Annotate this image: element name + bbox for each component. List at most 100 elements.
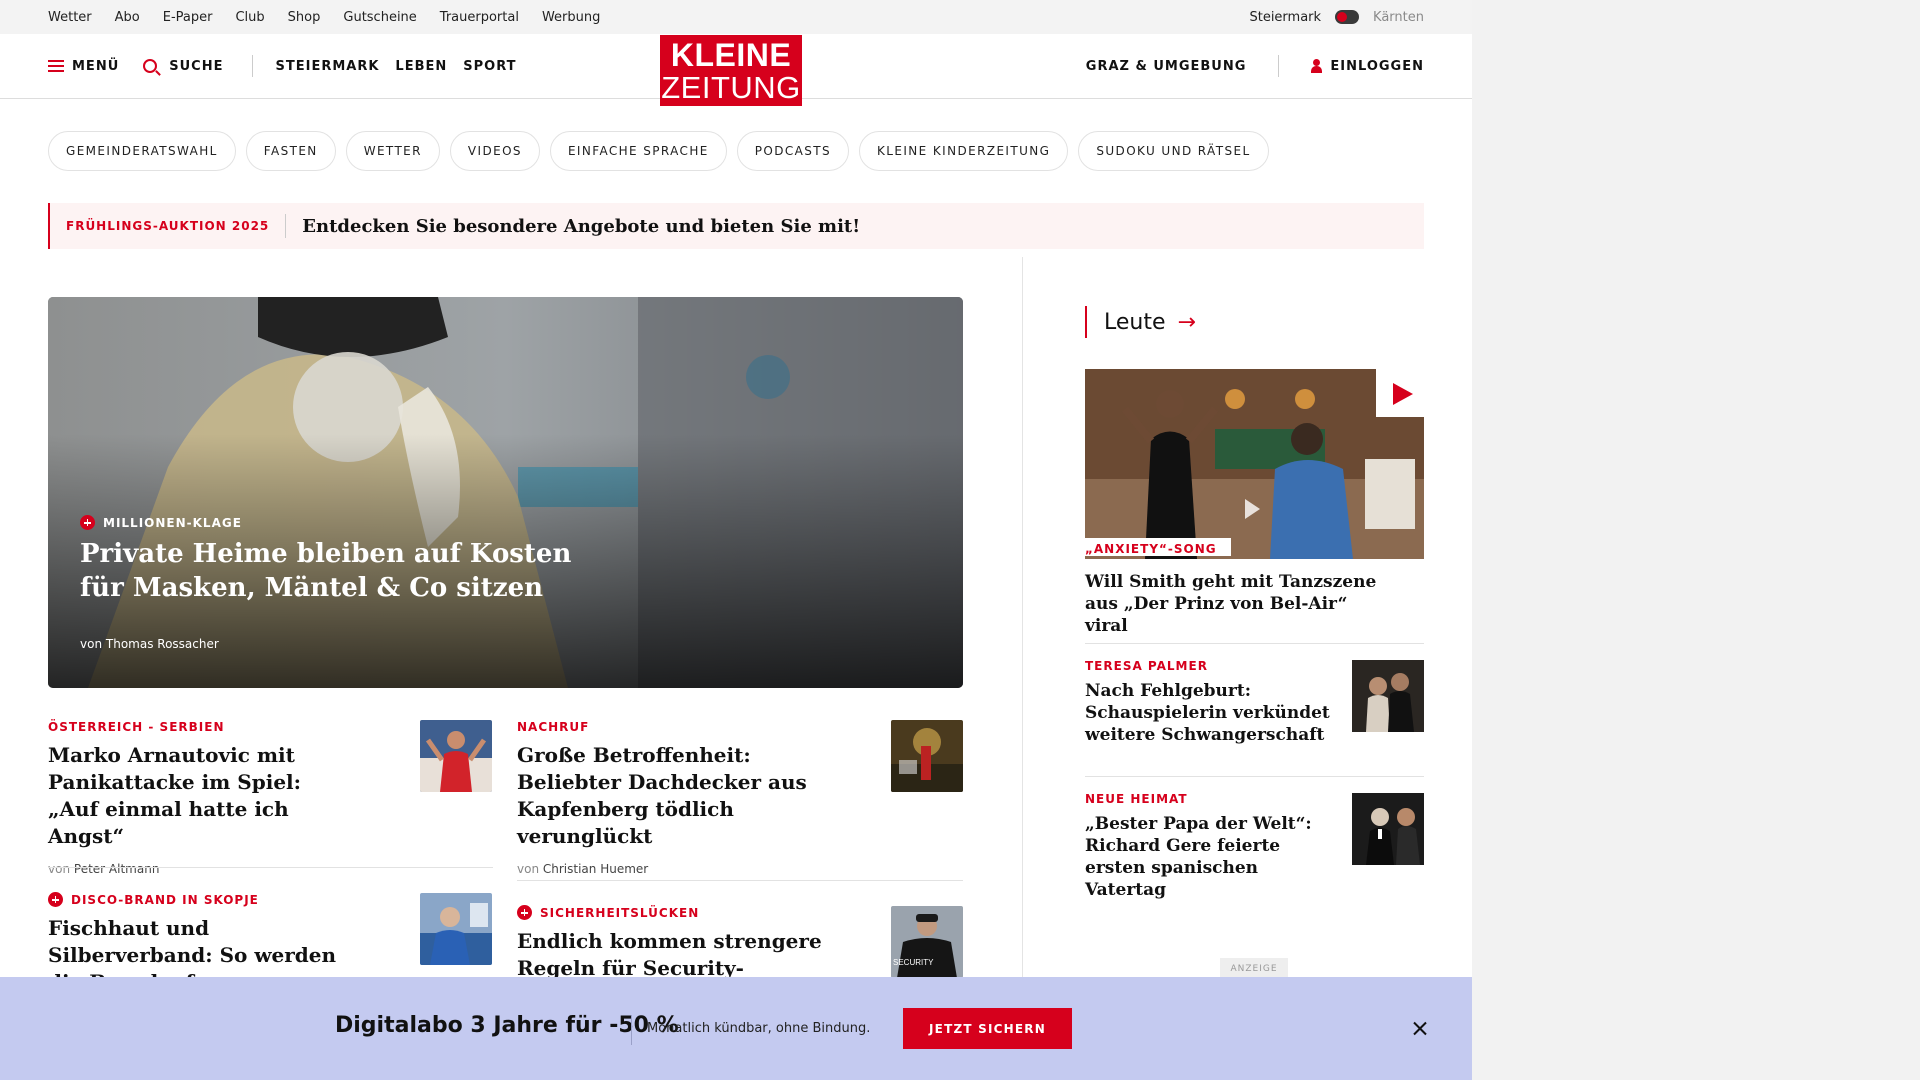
search-button[interactable]: SUCHE xyxy=(143,59,223,74)
video-kicker: „ANXIETY“-SONG xyxy=(1085,538,1231,556)
pill-einfache-sprache[interactable]: EINFACHE SPRACHE xyxy=(549,131,727,171)
article-headline[interactable]: Große Betroffenheit: Beliebter Dachdecke… xyxy=(517,742,837,850)
pill-videos[interactable]: VIDEOS xyxy=(449,131,540,171)
couple-photo-image xyxy=(1352,660,1424,732)
util-link-werbung[interactable]: Werbung xyxy=(542,10,600,25)
video-still-image xyxy=(1085,369,1424,559)
hamburger-icon xyxy=(48,60,64,72)
article-kicker-text: SICHERHEITSLÜCKEN xyxy=(540,905,700,920)
article-thumbnail[interactable] xyxy=(891,720,963,792)
close-icon[interactable] xyxy=(1408,1017,1432,1041)
leute-section-heading[interactable]: Leute → xyxy=(1085,306,1196,338)
kleine-zeitung-logo[interactable]: KLEINE ZEITUNG xyxy=(660,35,802,106)
util-link-trauerportal[interactable]: Trauerportal xyxy=(440,10,519,25)
subscription-bar: Digitalabo 3 Jahre für -50 % Monatlich k… xyxy=(0,977,1472,1080)
security-badge-text: SECURITY xyxy=(893,958,934,967)
sidebar-kicker: TERESA PALMER xyxy=(1085,659,1208,673)
region-switch: Steiermark Kärnten xyxy=(1249,0,1424,34)
util-link-club[interactable]: Club xyxy=(235,10,264,25)
promo-banner[interactable]: FRÜHLINGS-AUKTION 2025 Entdecken Sie bes… xyxy=(48,203,1424,249)
sidebar-story[interactable]: NEUE HEIMAT „Bester Papa der Welt“: Rich… xyxy=(1085,792,1330,901)
article-tile[interactable]: NACHRUF Große Betroffenheit: Beliebter D… xyxy=(517,720,837,876)
region-steiermark[interactable]: Steiermark xyxy=(1249,10,1321,25)
util-link-gutscheine[interactable]: Gutscheine xyxy=(343,10,416,25)
nav-steiermark[interactable]: STEIERMARK xyxy=(276,59,380,74)
byline-prefix: von xyxy=(517,862,540,876)
logo-line-2: ZEITUNG xyxy=(661,69,801,105)
security-guard-image xyxy=(891,906,963,978)
region-kaernten[interactable]: Kärnten xyxy=(1373,10,1424,25)
page-gutter xyxy=(1472,0,1920,1080)
pill-kinderzeitung[interactable]: KLEINE KINDERZEITUNG xyxy=(859,131,1069,171)
util-link-epaper[interactable]: E-Paper xyxy=(163,10,213,25)
premium-plus-icon xyxy=(80,515,95,530)
video-teaser[interactable] xyxy=(1085,369,1424,559)
local-edition-link[interactable]: GRAZ & UMGEBUNG xyxy=(1086,59,1247,74)
header-left: MENÜ SUCHE STEIERMARK LEBEN SPORT xyxy=(48,34,517,98)
header-right: GRAZ & UMGEBUNG EINLOGGEN xyxy=(1086,34,1424,98)
article-byline: von Christian Huemer xyxy=(517,862,837,876)
column-divider xyxy=(1022,257,1023,977)
article-kicker: DISCO-BRAND IN SKOPJE xyxy=(48,892,368,907)
hero-kicker: MILLIONEN-KLAGE xyxy=(80,515,242,530)
page: Wetter Abo E-Paper Club Shop Gutscheine … xyxy=(0,0,1472,1080)
subscription-subtitle: Monatlich kündbar, ohne Bindung. xyxy=(647,1021,871,1036)
article-divider xyxy=(48,867,493,868)
article-thumbnail[interactable]: SECURITY xyxy=(891,906,963,978)
menu-label: MENÜ xyxy=(72,58,120,74)
util-link-abo[interactable]: Abo xyxy=(115,10,140,25)
accident-scene-image xyxy=(891,720,963,792)
play-icon[interactable] xyxy=(1376,369,1424,417)
arnautovic-image xyxy=(420,720,492,792)
header-divider xyxy=(251,55,253,77)
article-kicker: SICHERHEITSLÜCKEN xyxy=(517,905,847,920)
utility-bar: Wetter Abo E-Paper Club Shop Gutscheine … xyxy=(0,0,1472,34)
sidebar-headline[interactable]: Nach Fehlgeburt: Schauspielerin verkünde… xyxy=(1085,680,1330,746)
hero-author[interactable]: Thomas Rossacher xyxy=(106,637,219,651)
pill-podcasts[interactable]: PODCASTS xyxy=(736,131,850,171)
promo-text[interactable]: Entdecken Sie besondere Angebote und bie… xyxy=(286,216,860,237)
article-divider xyxy=(517,880,963,881)
hero-article[interactable]: MILLIONEN-KLAGE Private Heime bleiben au… xyxy=(48,297,963,688)
utility-links: Wetter Abo E-Paper Club Shop Gutscheine … xyxy=(48,0,600,34)
login-label: EINLOGGEN xyxy=(1330,58,1424,74)
login-button[interactable]: EINLOGGEN xyxy=(1311,59,1424,74)
subscribe-button[interactable]: JETZT SICHERN xyxy=(903,1008,1072,1049)
hero-title[interactable]: Private Heime bleiben auf Kosten für Mas… xyxy=(80,537,600,605)
hospital-image xyxy=(420,893,492,965)
premium-plus-icon xyxy=(48,892,63,907)
sidebar-thumbnail[interactable] xyxy=(1352,660,1424,732)
video-story[interactable]: Will Smith geht mit Tanzszene aus „Der P… xyxy=(1085,571,1385,637)
arrow-right-icon: → xyxy=(1177,309,1196,335)
article-headline[interactable]: Marko Arnautovic mit Panikattacke im Spi… xyxy=(48,742,358,850)
article-thumbnail[interactable] xyxy=(420,893,492,965)
util-link-wetter[interactable]: Wetter xyxy=(48,10,92,25)
topic-pills: GEMEINDERATSWAHL FASTEN WETTER VIDEOS EI… xyxy=(48,131,1269,171)
util-link-shop[interactable]: Shop xyxy=(288,10,321,25)
main-header: MENÜ SUCHE STEIERMARK LEBEN SPORT KLEINE… xyxy=(0,34,1472,106)
article-tile[interactable]: ÖSTERREICH - SERBIEN Marko Arnautovic mi… xyxy=(48,720,358,876)
region-toggle[interactable] xyxy=(1335,10,1360,24)
pill-sudoku[interactable]: SUDOKU UND RÄTSEL xyxy=(1078,131,1269,171)
article-author[interactable]: Peter Altmann xyxy=(74,862,160,876)
sidebar-headline[interactable]: „Bester Papa der Welt“: Richard Gere fei… xyxy=(1085,813,1330,901)
nav-sport[interactable]: SPORT xyxy=(463,59,516,74)
article-kicker: NACHRUF xyxy=(517,720,590,734)
logo-line-1: KLEINE xyxy=(670,36,792,73)
menu-button[interactable]: MENÜ xyxy=(48,59,119,74)
sidebar-thumbnail[interactable] xyxy=(1352,793,1424,865)
pill-wetter[interactable]: WETTER xyxy=(345,131,440,171)
hero-image xyxy=(48,297,963,688)
promo-tag: FRÜHLINGS-AUKTION 2025 xyxy=(66,219,270,233)
nav-leben[interactable]: LEBEN xyxy=(395,59,447,74)
sidebar-kicker: NEUE HEIMAT xyxy=(1085,792,1188,806)
sidebar-divider xyxy=(1085,643,1424,644)
pill-gemeinderatswahl[interactable]: GEMEINDERATSWAHL xyxy=(48,131,236,171)
article-author[interactable]: Christian Huemer xyxy=(543,862,648,876)
pill-fasten[interactable]: FASTEN xyxy=(245,131,336,171)
leute-title: Leute xyxy=(1104,309,1166,335)
sidebar-story[interactable]: TERESA PALMER Nach Fehlgeburt: Schauspie… xyxy=(1085,659,1330,746)
video-headline[interactable]: Will Smith geht mit Tanzszene aus „Der P… xyxy=(1085,571,1385,637)
article-thumbnail[interactable] xyxy=(420,720,492,792)
search-icon xyxy=(143,59,158,73)
